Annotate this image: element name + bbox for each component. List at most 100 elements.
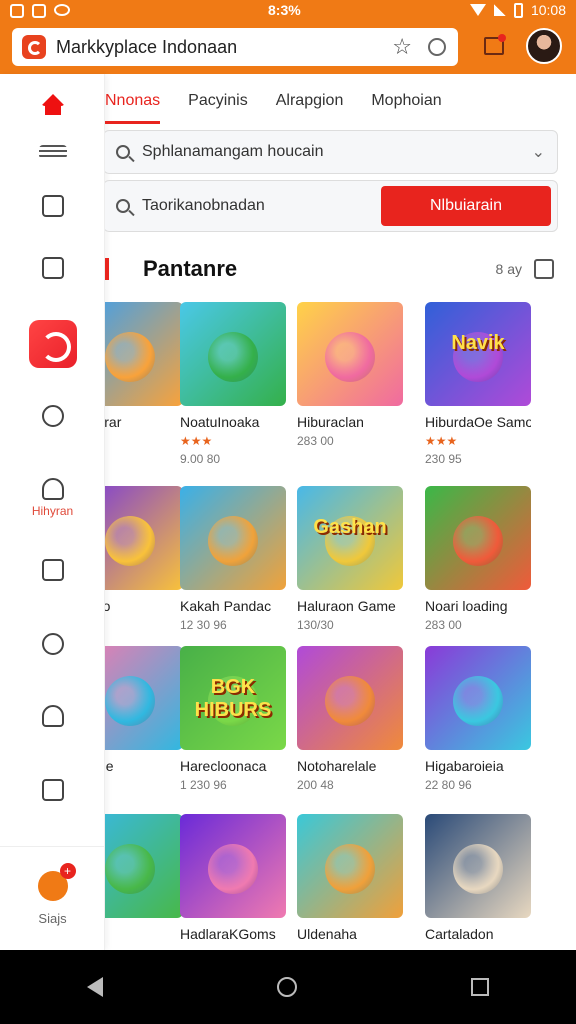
status-center-text: 8:3% <box>268 2 301 18</box>
sidebar-item-library[interactable] <box>0 238 105 298</box>
status-time: 10:08 <box>530 2 566 18</box>
game-thumbnail[interactable] <box>180 814 286 918</box>
game-card[interactable]: Idoarar 1 09 <box>105 302 183 448</box>
game-name: Harecloonaca <box>180 758 267 774</box>
sidebar-item-history[interactable] <box>0 386 105 446</box>
game-name: Uldenaha <box>297 926 357 942</box>
game-card[interactable]: ana <box>105 814 183 942</box>
category-search[interactable]: Sphlanamangam houcain ⌄ <box>105 130 558 174</box>
games-icon <box>28 320 77 368</box>
sidebar-bottom[interactable]: + Siajs <box>0 846 105 950</box>
home-icon <box>40 94 65 115</box>
user-icon <box>41 478 64 500</box>
sidebar-item-games[interactable] <box>0 314 105 374</box>
search-button[interactable]: Nlbuiarain <box>381 186 551 226</box>
tab-3[interactable]: Alrapgion <box>276 92 344 124</box>
sidebar-item-notes[interactable] <box>0 760 105 820</box>
game-name: Hiburaclan <box>297 414 364 430</box>
game-thumbnail[interactable]: BGK HIBURS <box>180 646 286 750</box>
sidebar-item-store[interactable] <box>0 176 105 236</box>
game-card[interactable]: Kame <box>105 646 183 774</box>
star-icon[interactable]: ☆ <box>392 34 412 60</box>
game-name: Haluraon Game <box>297 598 396 614</box>
game-name: Noari loading <box>425 598 508 614</box>
chevron-down-icon[interactable]: ⌄ <box>532 142 545 162</box>
game-card[interactable]: HadlaraKGoms <box>180 814 286 942</box>
bookmark-icon <box>41 559 64 581</box>
shield-icon[interactable] <box>428 38 446 56</box>
character-icon <box>453 676 503 726</box>
character-icon <box>105 516 155 566</box>
game-card[interactable]: Kakah Pandac 12 30 96 <box>180 486 286 632</box>
game-thumbnail[interactable]: Navik <box>425 302 531 406</box>
game-card[interactable]: Higabaroieia 22 80 96 <box>425 646 531 792</box>
game-name: Kakah Pandac <box>180 598 272 614</box>
recent-apps-icon[interactable] <box>471 978 489 996</box>
game-thumbnail[interactable] <box>105 302 183 406</box>
character-icon <box>325 676 375 726</box>
game-card[interactable]: Cartaladon <box>425 814 531 942</box>
home-button-icon[interactable] <box>277 977 297 997</box>
tab-4[interactable]: Mophoian <box>371 92 441 124</box>
sidebar-item-home[interactable] <box>0 70 105 130</box>
game-thumbnail[interactable] <box>425 486 531 590</box>
tab-1[interactable]: Nnonas <box>105 92 161 124</box>
section-header: Pantanre 8 ay <box>105 252 560 286</box>
search-text[interactable]: Sphlanamangam houcain <box>142 143 532 161</box>
bag-icon[interactable] <box>534 259 554 279</box>
game-name: ana <box>105 926 183 942</box>
game-thumbnail[interactable] <box>425 646 531 750</box>
section-marker <box>105 258 109 280</box>
game-name: HiburdaOe Samos <box>425 414 531 430</box>
game-name: HadlaraKGoms <box>180 926 276 942</box>
game-meta: 130/30 <box>297 618 334 632</box>
avatar[interactable] <box>526 28 562 64</box>
status-icons-left <box>0 4 70 18</box>
game-card[interactable]: Hiburaclan 283 00 <box>297 302 403 448</box>
game-meta: 9.00 80 <box>180 452 221 466</box>
game-name: Cartaladon <box>425 926 494 942</box>
game-thumbnail[interactable] <box>105 814 183 918</box>
settings-badge: + <box>59 863 76 879</box>
character-icon <box>453 844 503 894</box>
game-card[interactable]: Navik HiburdaOe Samos ★★★ 230 95 <box>425 302 531 466</box>
game-meta: 12 30 96 <box>180 618 227 632</box>
back-icon[interactable] <box>87 977 103 997</box>
game-card[interactable]: Uldenaha <box>297 814 403 942</box>
search-icon <box>116 145 130 159</box>
battery-icon <box>513 2 523 18</box>
game-name: Notoharelale <box>297 758 377 774</box>
game-card[interactable]: NoatuInoaka ★★★ 9.00 80 <box>180 302 286 466</box>
game-thumbnail[interactable] <box>425 814 531 918</box>
game-thumbnail[interactable] <box>180 302 286 406</box>
url-text[interactable]: Markkyplace Indonaan <box>56 37 392 58</box>
game-card[interactable]: Noari loading 283 00 <box>425 486 531 632</box>
sidebar-item-saved[interactable] <box>0 540 105 600</box>
url-bar[interactable]: Markkyplace Indonaan ☆ <box>12 28 458 66</box>
game-name: NoatuInoaka <box>180 414 260 430</box>
game-card[interactable]: Taleo <box>105 486 183 614</box>
sidebar-item-menu[interactable] <box>0 122 105 182</box>
game-thumbnail[interactable]: Gashan <box>297 486 403 590</box>
game-thumbnail[interactable] <box>180 486 286 590</box>
thumbnail-title: Navik <box>451 332 505 354</box>
game-thumbnail[interactable] <box>297 646 403 750</box>
game-thumbnail[interactable] <box>105 486 183 590</box>
game-meta: 200 48 <box>297 778 334 792</box>
game-card[interactable]: Gashan Haluraon Game 130/30 <box>297 486 403 632</box>
section-more-link[interactable]: 8 ay <box>496 261 522 277</box>
sidebar-item-profile[interactable]: Hihyran <box>0 468 105 528</box>
game-name: Kame <box>105 758 114 774</box>
game-name: Higabaroieia <box>425 758 504 774</box>
character-icon <box>325 844 375 894</box>
game-thumbnail[interactable] <box>297 814 403 918</box>
game-card[interactable]: Notoharelale 200 48 <box>297 646 403 792</box>
game-card[interactable]: BGK HIBURS Harecloonaca 1 230 96 <box>180 646 286 792</box>
game-meta: 1 230 96 <box>180 778 227 792</box>
search-bar[interactable]: Taorikanobnadan Nlbuiarain <box>105 180 558 232</box>
game-thumbnail[interactable] <box>297 302 403 406</box>
game-thumbnail[interactable] <box>105 646 183 750</box>
tab-2[interactable]: Pacyinis <box>188 92 248 124</box>
sidebar-item-explore[interactable] <box>0 614 105 674</box>
sidebar-item-account[interactable] <box>0 686 105 746</box>
